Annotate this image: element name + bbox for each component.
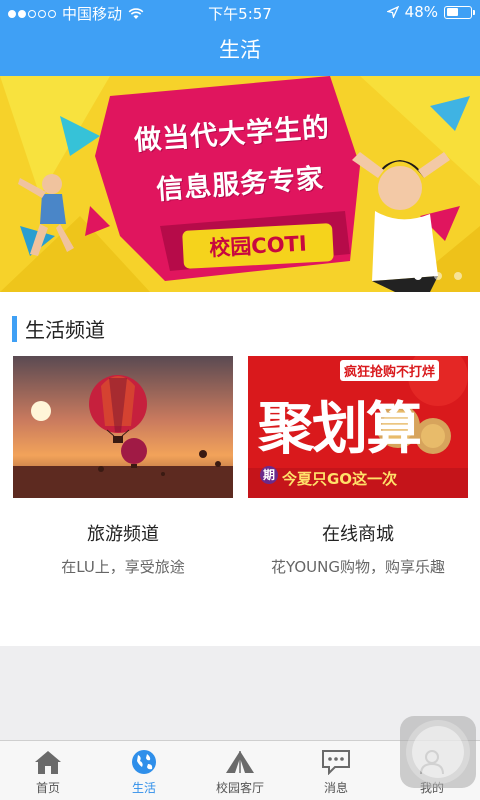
assistive-touch-ring xyxy=(412,726,464,778)
tab-messages[interactable]: 消息 xyxy=(288,741,384,800)
online-mall-card[interactable]: 疯狂抢购不打烊 聚划算 期 今夏只GO这一次 在线商城 花YOUNG购物，购享乐… xyxy=(248,356,468,577)
carousel-pager[interactable] xyxy=(414,272,462,280)
travel-image xyxy=(13,356,233,498)
banner-carousel[interactable]: 做当代大学生的 信息服务专家 校园COTI xyxy=(0,76,480,292)
banner-brand: 校园COTI xyxy=(182,223,334,269)
section-title: 生活频道 xyxy=(25,318,105,342)
chat-icon xyxy=(322,750,350,775)
card-title: 在线商城 xyxy=(322,524,394,545)
tab-label: 校园客厅 xyxy=(215,781,264,795)
card-title: 旅游频道 xyxy=(87,524,159,545)
battery-icon xyxy=(444,5,475,19)
card-subtitle: 花YOUNG购物，购享乐趣 xyxy=(271,558,445,576)
page-title: 生活 xyxy=(0,24,480,76)
tab-label: 生活 xyxy=(131,781,156,795)
card-subtitle: 在LU上，享受旅途 xyxy=(61,558,185,576)
tab-life[interactable]: 生活 xyxy=(96,741,192,800)
tent-icon xyxy=(226,751,254,773)
pager-dot[interactable] xyxy=(414,272,422,280)
promo-tag: 疯狂抢购不打烊 xyxy=(340,360,440,381)
section-header: 生活频道 xyxy=(12,314,105,343)
tab-label: 首页 xyxy=(35,781,60,795)
assistive-touch-button[interactable] xyxy=(400,716,476,788)
globe-icon xyxy=(132,750,156,774)
pager-dot[interactable] xyxy=(454,272,462,280)
pager-dot[interactable] xyxy=(434,272,442,280)
mall-image: 疯狂抢购不打烊 聚划算 期 今夏只GO这一次 xyxy=(248,356,468,498)
home-icon xyxy=(35,751,61,774)
tab-label: 消息 xyxy=(323,781,348,795)
location-arrow-icon xyxy=(386,6,399,18)
battery-percent: 48% xyxy=(404,3,438,21)
status-bar: 中国移动 下午5:57 48% xyxy=(0,0,480,24)
tab-campus-lounge[interactable]: 校园客厅 xyxy=(192,741,288,800)
life-channel-section: 生活频道 旅游频道 在LU上，享受旅途 疯狂抢购不打烊 聚划算 期 今夏只GO这… xyxy=(0,292,480,646)
promo-headline: 聚划算 xyxy=(258,397,422,462)
section-accent-bar xyxy=(12,315,17,342)
promo-badge: 期 xyxy=(260,466,278,484)
tab-home[interactable]: 首页 xyxy=(0,741,96,800)
travel-channel-card[interactable]: 旅游频道 在LU上，享受旅途 xyxy=(13,356,233,577)
promo-slogan: 今夏只GO这一次 xyxy=(282,470,398,488)
